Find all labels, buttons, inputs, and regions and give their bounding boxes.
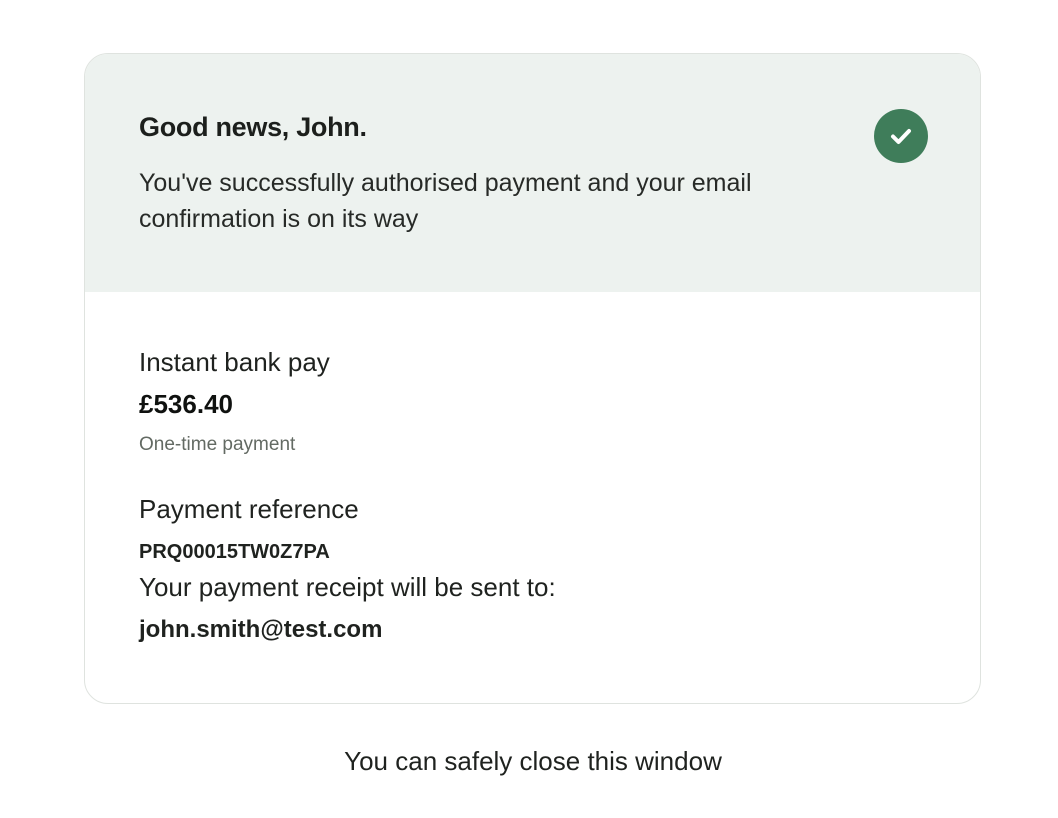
close-window-note: You can safely close this window [344,746,722,776]
receipt-label: Your payment receipt will be sent to: [139,572,556,602]
payment-amount: £536.40 [139,389,233,419]
payment-type: One-time payment [139,434,296,455]
payment-reference-label: Payment reference [139,494,359,524]
confirmation-message: You've successfully authorised payment a… [139,169,752,233]
payment-reference-value: PRQ00015TW0Z7PA [139,541,330,563]
receipt-email: john.smith@test.com [139,616,383,643]
confirmation-header: Good news, John. You've successfully aut… [85,54,980,292]
check-circle-icon [874,109,928,163]
payment-method-label: Instant bank pay [139,347,330,377]
payment-confirmation-card: Good news, John. You've successfully aut… [84,53,981,704]
confirmation-title: Good news, John. [139,112,367,142]
